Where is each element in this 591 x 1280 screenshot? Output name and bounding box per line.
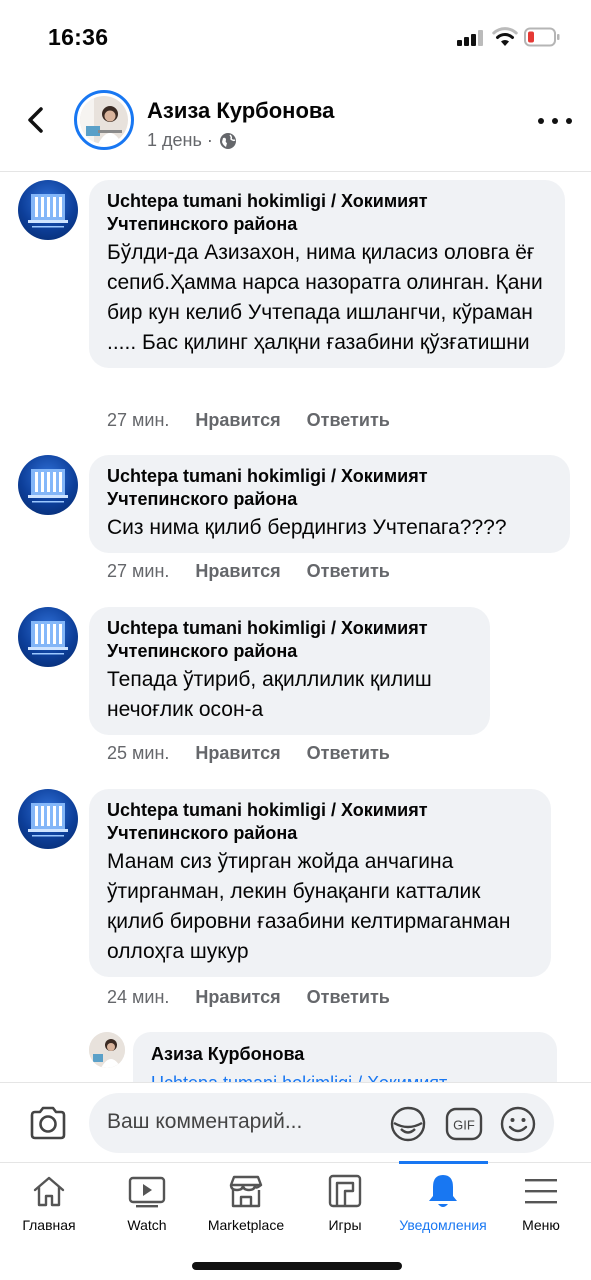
watch-icon bbox=[128, 1176, 166, 1208]
author-name[interactable]: Азиза Курбонова bbox=[147, 98, 334, 124]
tab-label: Marketplace bbox=[207, 1217, 285, 1233]
comment-actions: 24 мин. Нравится Ответить bbox=[107, 987, 390, 1008]
tab-marketplace[interactable]: Marketplace bbox=[196, 1163, 296, 1243]
reply-button[interactable]: Ответить bbox=[307, 410, 390, 431]
status-bar: 16:36 bbox=[0, 0, 591, 78]
comment-bubble[interactable]: Uchtepa tumani hokimligi / Хокимият Учтеп… bbox=[89, 789, 551, 977]
building-logo-icon bbox=[28, 803, 68, 837]
like-button[interactable]: Нравится bbox=[195, 561, 280, 582]
tab-label: Watch bbox=[127, 1217, 167, 1233]
globe-icon bbox=[219, 132, 236, 149]
building-logo-icon bbox=[28, 621, 68, 655]
comment-text: Бўлди-да Азизахон, нима қиласиз оловга ё… bbox=[107, 241, 543, 354]
like-button[interactable]: Нравится bbox=[195, 743, 280, 764]
comment-time: 27 мин. bbox=[107, 410, 170, 430]
chevron-left-icon bbox=[28, 107, 43, 133]
comment-time: 24 мин. bbox=[107, 987, 170, 1007]
comment-author[interactable]: Uchtepa tumani hokimligi / Хокимият Учтеп… bbox=[107, 465, 552, 511]
camera-icon[interactable] bbox=[28, 1103, 68, 1143]
comment-placeholder: Ваш комментарий... bbox=[107, 1110, 303, 1133]
reply-author-avatar[interactable] bbox=[89, 1032, 125, 1068]
home-indicator bbox=[192, 1262, 402, 1270]
comment-author[interactable]: Uchtepa tumani hokimligi / Хокимият Учтеп… bbox=[107, 799, 533, 845]
battery-icon bbox=[524, 27, 560, 47]
commenter-avatar[interactable] bbox=[18, 180, 78, 240]
reply-button[interactable]: Ответить bbox=[307, 743, 390, 764]
games-icon bbox=[328, 1174, 362, 1208]
sticker-icon[interactable] bbox=[389, 1105, 427, 1143]
signal-icon bbox=[457, 30, 485, 46]
post-time: 1 день · bbox=[147, 130, 213, 150]
tab-notifications[interactable]: Уведомления bbox=[392, 1163, 494, 1243]
reply-button[interactable]: Ответить bbox=[307, 561, 390, 582]
tab-menu[interactable]: Меню bbox=[502, 1163, 580, 1243]
building-logo-icon bbox=[28, 469, 68, 503]
reply-author[interactable]: Азиза Курбонова bbox=[151, 1044, 539, 1065]
commenter-avatar[interactable] bbox=[18, 789, 78, 849]
gif-icon[interactable]: GIF bbox=[445, 1105, 483, 1143]
tab-label: Меню bbox=[522, 1217, 560, 1233]
status-time: 16:36 bbox=[48, 24, 109, 50]
reply-button[interactable]: Ответить bbox=[307, 987, 390, 1008]
comment-actions: 25 мин. Нравится Ответить bbox=[107, 743, 390, 764]
comments-list: Uchtepa tumani hokimligi / Хокимият Учтеп… bbox=[0, 172, 591, 1082]
more-options-button[interactable] bbox=[538, 116, 572, 126]
emoji-icon[interactable] bbox=[499, 1105, 537, 1143]
reply-mention-link[interactable]: Uchtepa tumani hokimligi / Хокимият bbox=[151, 1073, 539, 1082]
commenter-avatar[interactable] bbox=[18, 455, 78, 515]
comment-time: 27 мин. bbox=[107, 561, 170, 581]
post-header: Азиза Курбонова 1 день · bbox=[0, 78, 591, 172]
menu-icon bbox=[525, 1179, 557, 1204]
comment-bubble[interactable]: Uchtepa tumani hokimligi / Хокимият Учтеп… bbox=[89, 455, 570, 553]
marketplace-icon bbox=[229, 1175, 263, 1208]
post-meta: 1 день · bbox=[147, 130, 237, 151]
author-avatar[interactable] bbox=[74, 90, 134, 150]
comment-author[interactable]: Uchtepa tumani hokimligi / Хокимият Учтеп… bbox=[107, 190, 547, 236]
comment-input[interactable]: Ваш комментарий... GIF bbox=[89, 1093, 554, 1153]
comment-composer: Ваш комментарий... GIF bbox=[0, 1082, 591, 1162]
tab-label: Уведомления bbox=[399, 1217, 487, 1233]
building-logo-icon bbox=[28, 194, 68, 228]
comment-text: Тепада ўтириб, ақиллилик қилиш нечоғлик … bbox=[107, 668, 432, 721]
person-photo-icon bbox=[80, 96, 128, 144]
commenter-avatar[interactable] bbox=[18, 607, 78, 667]
reply-bubble[interactable]: Азиза Курбонова Uchtepa tumani hokimligi… bbox=[133, 1032, 557, 1082]
back-button[interactable] bbox=[18, 100, 54, 140]
person-photo-icon bbox=[89, 1032, 125, 1068]
like-button[interactable]: Нравится bbox=[195, 410, 280, 431]
comment-bubble[interactable]: Uchtepa tumani hokimligi / Хокимият Учтеп… bbox=[89, 180, 565, 368]
comment-text: Манам сиз ўтирган жойда анчагина ўтирган… bbox=[107, 850, 511, 963]
home-icon bbox=[33, 1176, 65, 1207]
comment-time: 25 мин. bbox=[107, 743, 170, 763]
tab-home[interactable]: Главная bbox=[10, 1163, 88, 1243]
svg-text:GIF: GIF bbox=[453, 1118, 475, 1133]
comment-author[interactable]: Uchtepa tumani hokimligi / Хокимият Учтеп… bbox=[107, 617, 472, 663]
comment-actions: 27 мин. Нравится Ответить bbox=[107, 410, 390, 431]
comment-bubble[interactable]: Uchtepa tumani hokimligi / Хокимият Учтеп… bbox=[89, 607, 490, 735]
comment-actions: 27 мин. Нравится Ответить bbox=[107, 561, 390, 582]
like-button[interactable]: Нравится bbox=[195, 987, 280, 1008]
bell-icon bbox=[429, 1175, 457, 1207]
comment-text: Сиз нима қилиб бердингиз Учтепага???? bbox=[107, 516, 507, 539]
tab-watch[interactable]: Watch bbox=[108, 1163, 186, 1243]
tab-games[interactable]: Игры bbox=[306, 1163, 384, 1243]
bottom-tab-bar: Главная Watch Marketplace Игры Уведомлен… bbox=[0, 1161, 591, 1280]
tab-label: Игры bbox=[328, 1217, 362, 1233]
tab-label: Главная bbox=[22, 1217, 76, 1233]
wifi-icon bbox=[492, 27, 518, 46]
